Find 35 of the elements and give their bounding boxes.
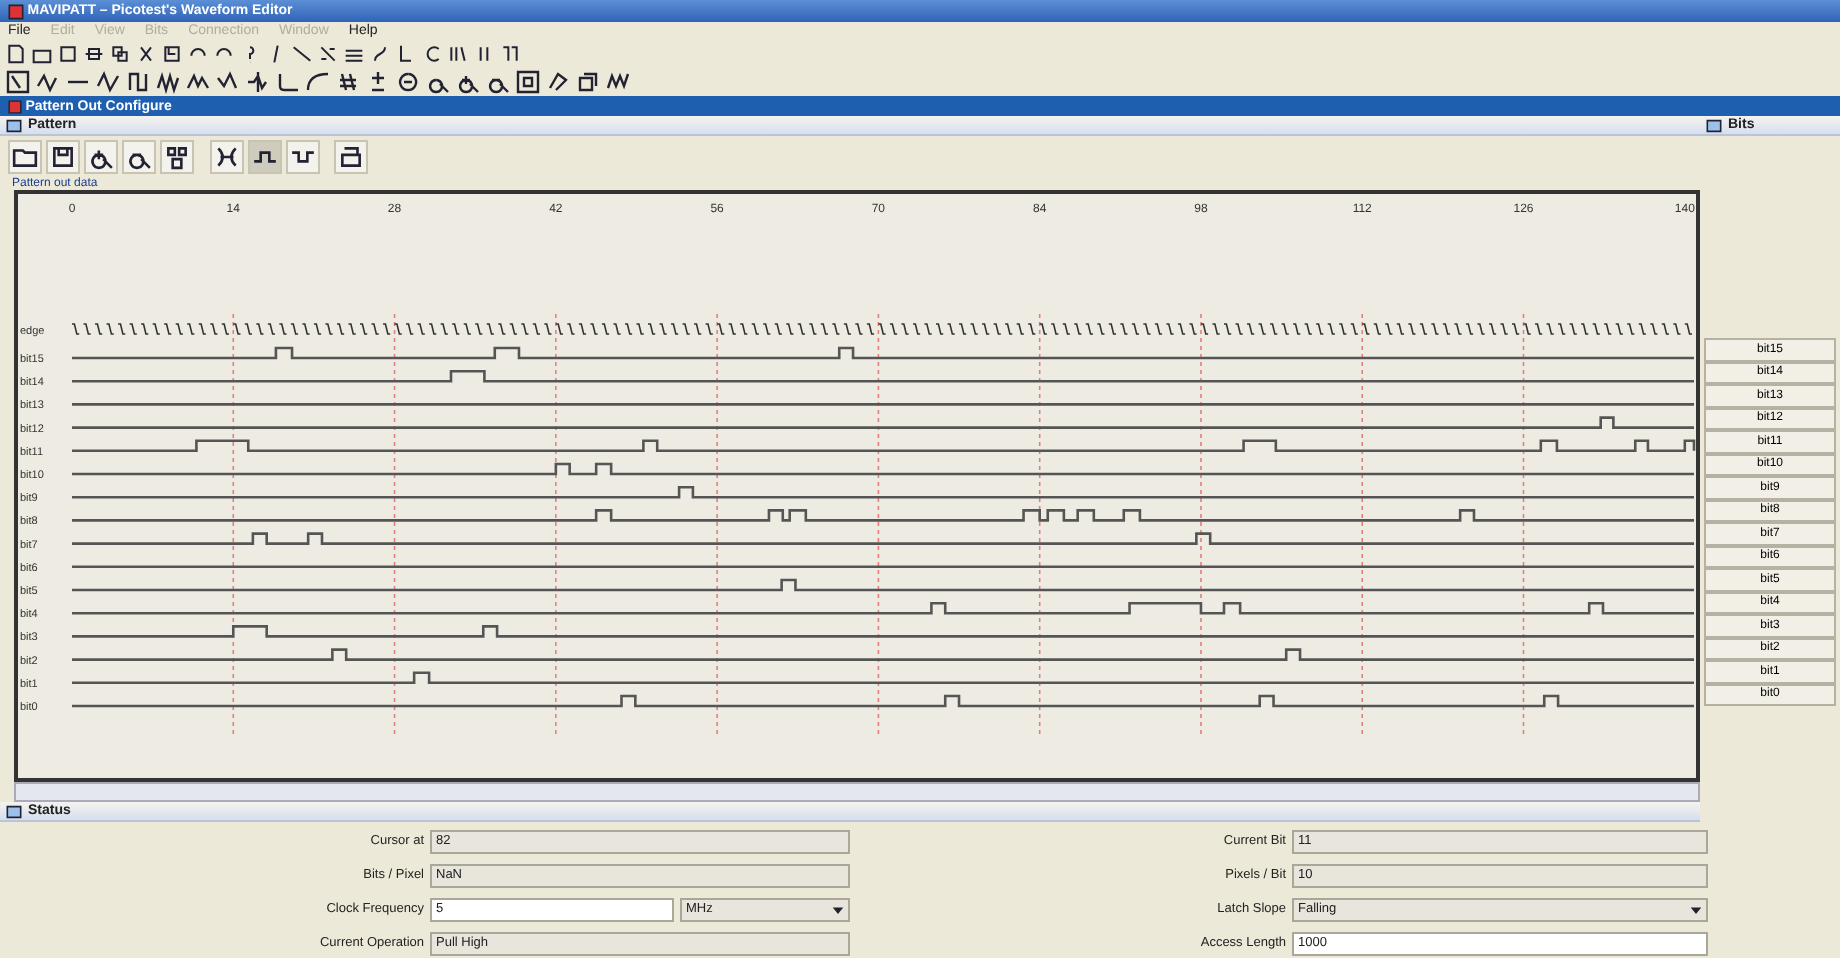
toolbar-button[interactable] — [84, 43, 104, 63]
toolbar-button[interactable] — [396, 43, 416, 63]
toolbar-button[interactable] — [292, 43, 312, 63]
tool-icon — [500, 43, 520, 63]
toolbar-button[interactable] — [58, 43, 78, 63]
printer-icon — [338, 144, 364, 170]
toolbar-button[interactable] — [422, 43, 442, 63]
tool-icon — [318, 43, 338, 63]
toolbar-button[interactable] — [318, 43, 338, 63]
toolbar-button[interactable] — [370, 43, 390, 63]
tool-icon — [162, 43, 182, 63]
toolbar-button[interactable] — [474, 43, 494, 63]
tool-icon — [84, 43, 104, 63]
panel-icon — [6, 117, 22, 133]
tool-icon — [110, 43, 130, 63]
toolbar-button[interactable] — [136, 43, 156, 63]
save-icon — [50, 144, 76, 170]
horizontal-scrollbar[interactable] — [14, 782, 1700, 802]
tool-icon — [448, 43, 468, 63]
toolbar-button[interactable] — [6, 43, 26, 63]
toolbar-button[interactable] — [448, 43, 468, 63]
panel-icon — [6, 803, 22, 819]
app-icon — [8, 99, 22, 113]
cross-icon — [213, 144, 239, 170]
panel-icon — [1706, 117, 1722, 133]
zoom-fit-icon — [164, 144, 190, 170]
toolbar-button[interactable] — [162, 43, 182, 63]
toolbar-button[interactable] — [110, 43, 130, 63]
tool-icon — [474, 43, 494, 63]
open-folder-icon — [12, 144, 38, 170]
tool-icon — [136, 43, 156, 63]
toolbar-button[interactable] — [500, 43, 520, 63]
app-icon — [8, 3, 24, 19]
dropdown-arrow-icon — [832, 904, 844, 916]
dropdown-arrow-icon — [1690, 904, 1702, 916]
